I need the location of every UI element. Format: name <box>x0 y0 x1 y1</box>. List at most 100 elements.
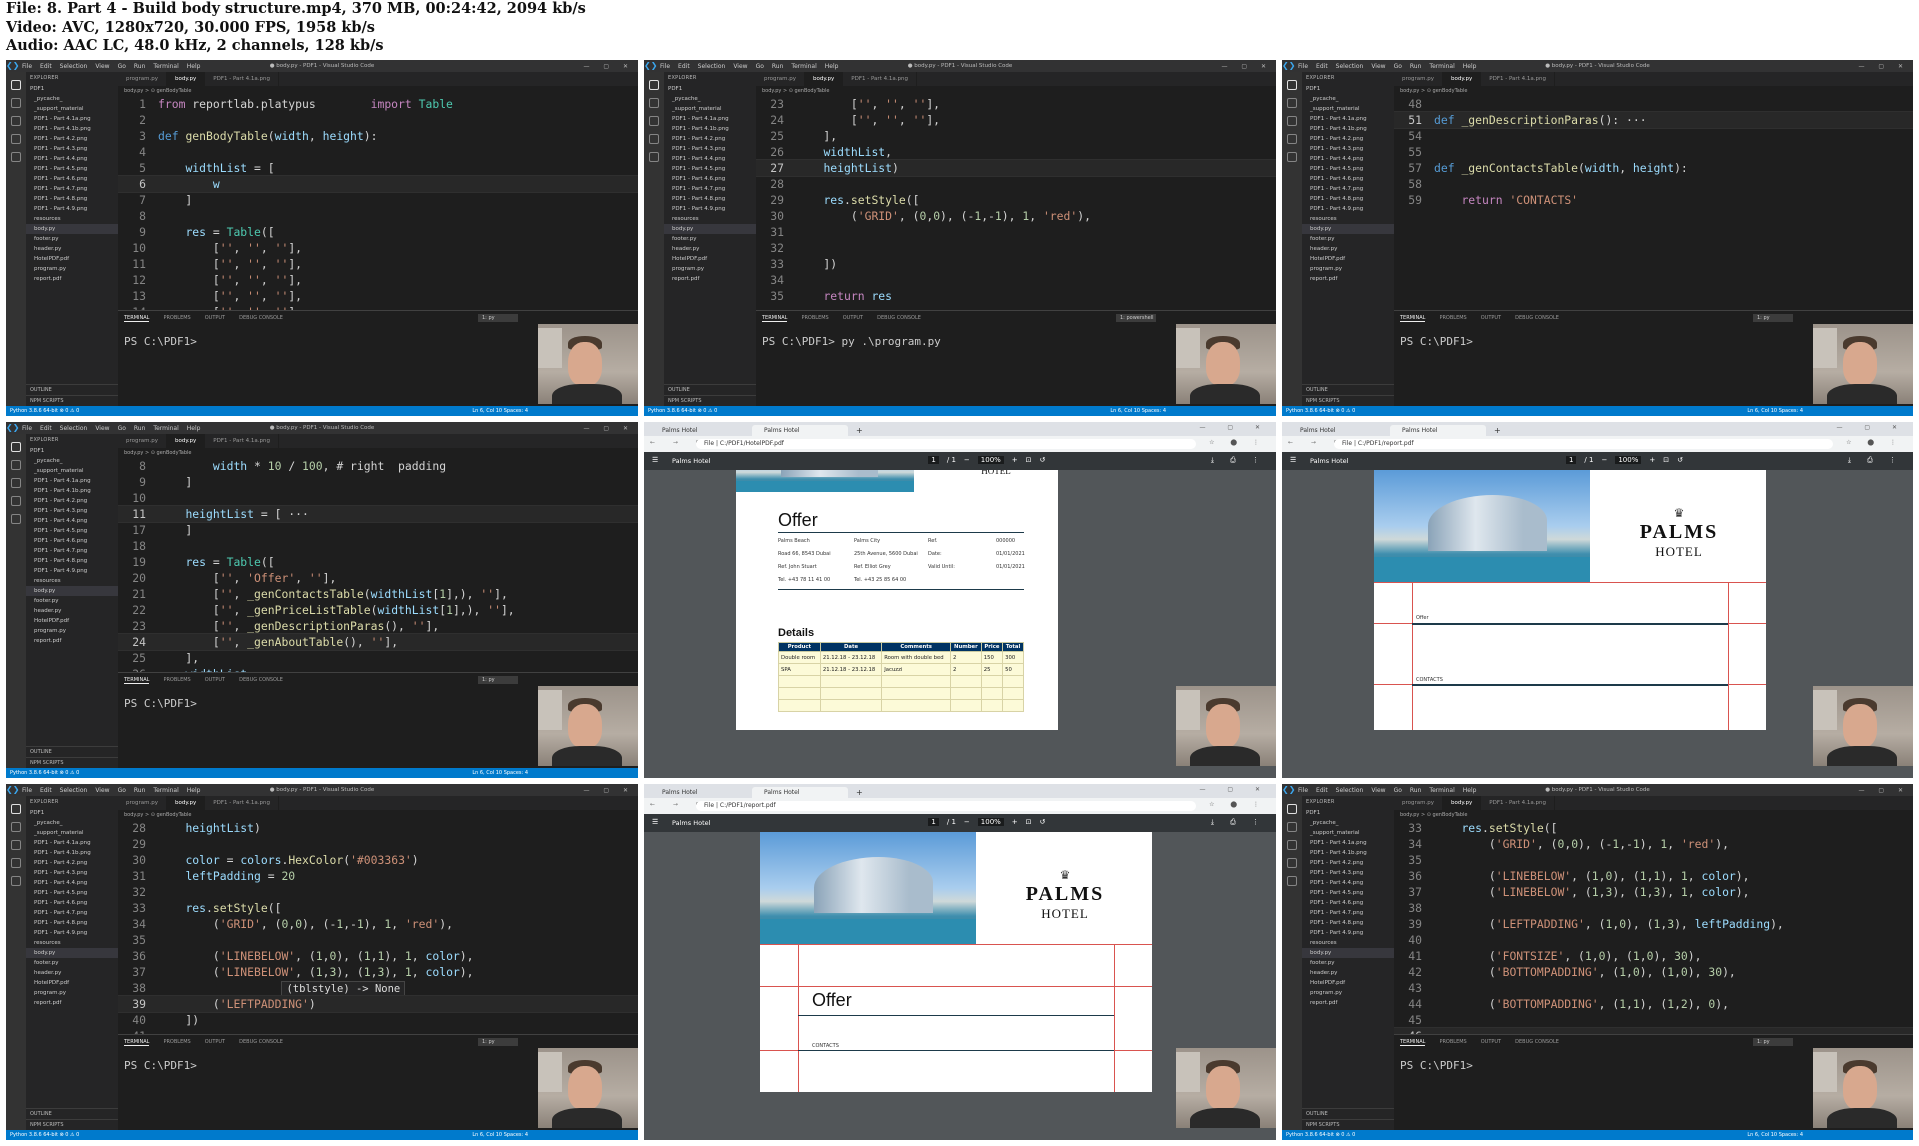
explorer-file[interactable]: PDF1 - Part 4.7.png <box>26 546 118 556</box>
code-editor[interactable]: 8 width * 10 / 100, # right padding 9 ] 10… <box>118 458 638 672</box>
menu-item[interactable]: Help <box>183 425 205 432</box>
page-number[interactable]: 1 <box>928 456 939 464</box>
search-icon[interactable] <box>11 460 21 470</box>
terminal-select[interactable]: 1: py <box>1753 1038 1793 1046</box>
zoom-level[interactable]: 100% <box>977 818 1004 826</box>
terminal-select[interactable]: 1: py <box>478 1038 518 1046</box>
fit-page-icon[interactable]: ⊡ <box>1026 456 1032 464</box>
editor-tab[interactable]: body.py <box>166 434 206 448</box>
explorer-file[interactable]: PDF1 - Part 4.1a.png <box>1302 838 1394 848</box>
explorer-file[interactable]: PDF1 - Part 4.4.png <box>664 154 756 164</box>
panel-tab[interactable]: TERMINAL <box>762 315 788 322</box>
window-controls[interactable]: — ▢ ✕ <box>1858 63 1909 70</box>
code-editor[interactable]: 33 res.setStyle([34 ('GRID', (0,0), (-1,… <box>1394 820 1913 1034</box>
explorer-file[interactable]: PDF1 - Part 4.1a.png <box>26 476 118 486</box>
menu-item[interactable]: Selection <box>1332 787 1368 794</box>
window-controls[interactable]: — ▢ ✕ <box>1199 786 1270 793</box>
explorer-file[interactable]: PDF1 - Part 4.9.png <box>664 204 756 214</box>
explorer-file[interactable]: _support_material <box>26 828 118 838</box>
menu-item[interactable]: Selection <box>56 63 92 70</box>
menu-item[interactable]: Go <box>114 787 130 794</box>
editor-tab[interactable]: PDF1 - Part 4.1a.png <box>205 796 279 810</box>
editor-tab[interactable]: PDF1 - Part 4.1a.png <box>205 72 279 86</box>
menu-item[interactable]: Run <box>1406 63 1426 70</box>
explorer-file[interactable]: PDF1 - Part 4.2.png <box>1302 858 1394 868</box>
menu-item[interactable]: Help <box>183 787 205 794</box>
explorer-file[interactable]: resources <box>664 214 756 224</box>
explorer-file[interactable]: PDF1 - Part 4.8.png <box>1302 194 1394 204</box>
window-controls[interactable]: — ▢ ✕ <box>583 425 634 432</box>
download-print-icons[interactable]: ⤓ ⎙ ⋮ <box>1848 456 1903 465</box>
explorer-root[interactable]: PDF1 <box>1302 808 1394 818</box>
menu-item[interactable]: Help <box>183 63 205 70</box>
explorer-file[interactable]: header.py <box>664 244 756 254</box>
explorer-root[interactable]: PDF1 <box>1302 84 1394 94</box>
explorer-file[interactable]: PDF1 - Part 4.8.png <box>26 556 118 566</box>
explorer-icon[interactable] <box>649 80 659 90</box>
explorer-file[interactable]: PDF1 - Part 4.6.png <box>1302 174 1394 184</box>
explorer-file[interactable]: report.pdf <box>26 274 118 284</box>
zoom-level[interactable]: 100% <box>977 456 1004 464</box>
explorer-file[interactable]: PDF1 - Part 4.7.png <box>664 184 756 194</box>
zoom-out-icon[interactable]: − <box>964 818 970 826</box>
editor-tab[interactable]: program.py <box>118 796 167 810</box>
explorer-file[interactable]: PDF1 - Part 4.5.png <box>26 526 118 536</box>
npm-scripts-section[interactable]: NPM SCRIPTS <box>26 395 118 406</box>
zoom-level[interactable]: 100% <box>1615 456 1642 464</box>
explorer-file[interactable]: header.py <box>26 968 118 978</box>
explorer-file[interactable]: HotelPDF.pdf <box>1302 254 1394 264</box>
explorer-file[interactable]: PDF1 - Part 4.7.png <box>26 908 118 918</box>
editor-tab[interactable]: program.py <box>118 434 167 448</box>
editor-tab[interactable]: program.py <box>756 72 805 86</box>
menu-item[interactable]: View <box>729 63 751 70</box>
explorer-file[interactable]: PDF1 - Part 4.4.png <box>1302 878 1394 888</box>
breadcrumb[interactable]: body.py > ⊙ genBodyTable <box>1394 810 1913 820</box>
menu-item[interactable]: Edit <box>36 425 56 432</box>
explorer-file[interactable]: PDF1 - Part 4.1b.png <box>26 848 118 858</box>
explorer-icon[interactable] <box>11 804 21 814</box>
explorer-file[interactable]: PDF1 - Part 4.5.png <box>26 164 118 174</box>
panel-tab[interactable]: OUTPUT <box>1481 315 1501 322</box>
explorer-file[interactable]: program.py <box>26 626 118 636</box>
code-editor[interactable]: 28 heightList) 29 30 color = colors.HexCol… <box>118 820 638 1034</box>
explorer-file[interactable]: HotelPDF.pdf <box>26 616 118 626</box>
explorer-file[interactable]: PDF1 - Part 4.2.png <box>26 858 118 868</box>
explorer-file[interactable]: PDF1 - Part 4.2.png <box>1302 134 1394 144</box>
panel-tab[interactable]: DEBUG CONSOLE <box>239 1039 283 1046</box>
npm-scripts-section[interactable]: NPM SCRIPTS <box>664 395 756 406</box>
explorer-file[interactable]: header.py <box>1302 968 1394 978</box>
panel-tab[interactable]: OUTPUT <box>205 1039 225 1046</box>
breadcrumb[interactable]: body.py > ⊙ genBodyTable <box>1394 86 1913 96</box>
status-position[interactable]: Ln 6, Col 10 Spaces: 4 <box>1747 1130 1803 1140</box>
explorer-file[interactable]: PDF1 - Part 4.3.png <box>1302 144 1394 154</box>
menu-item[interactable]: Terminal <box>1425 63 1458 70</box>
status-python[interactable]: Python 3.8.6 64-bit ⊗ 0 ⚠ 0 <box>1286 408 1355 414</box>
menu-item[interactable]: View <box>91 425 113 432</box>
explorer-root[interactable]: PDF1 <box>664 84 756 94</box>
menu-item[interactable]: Go <box>752 63 768 70</box>
editor-tab[interactable]: PDF1 - Part 4.1a.png <box>205 434 279 448</box>
explorer-root[interactable]: PDF1 <box>26 446 118 456</box>
npm-scripts-section[interactable]: NPM SCRIPTS <box>26 757 118 768</box>
extensions-icon[interactable] <box>11 876 21 886</box>
download-print-icons[interactable]: ⤓ ⎙ ⋮ <box>1211 456 1266 465</box>
explorer-file[interactable]: PDF1 - Part 4.8.png <box>664 194 756 204</box>
explorer-file[interactable]: PDF1 - Part 4.2.png <box>26 134 118 144</box>
menu-item[interactable]: View <box>91 787 113 794</box>
search-icon[interactable] <box>1287 98 1297 108</box>
code-editor[interactable]: 23 ['', '', ''], 24 ['', '', ''], 25 ], 26 … <box>756 96 1276 310</box>
explorer-file[interactable]: HotelPDF.pdf <box>1302 978 1394 988</box>
page-number[interactable]: 1 <box>928 818 939 826</box>
menu-item[interactable]: File <box>18 787 36 794</box>
zoom-out-icon[interactable]: − <box>1601 456 1607 464</box>
explorer-file[interactable]: report.pdf <box>664 274 756 284</box>
zoom-out-icon[interactable]: − <box>964 456 970 464</box>
panel-tab[interactable]: DEBUG CONSOLE <box>239 315 283 322</box>
menu-item[interactable]: Selection <box>56 425 92 432</box>
terminal-prompt[interactable]: PS C:\PDF1> <box>124 697 203 710</box>
explorer-file[interactable]: body.py <box>26 224 118 234</box>
explorer-file[interactable]: _pycache_ <box>26 94 118 104</box>
browser-tab[interactable]: Palms Hotel <box>650 425 746 436</box>
explorer-root[interactable]: PDF1 <box>26 84 118 94</box>
search-icon[interactable] <box>1287 822 1297 832</box>
